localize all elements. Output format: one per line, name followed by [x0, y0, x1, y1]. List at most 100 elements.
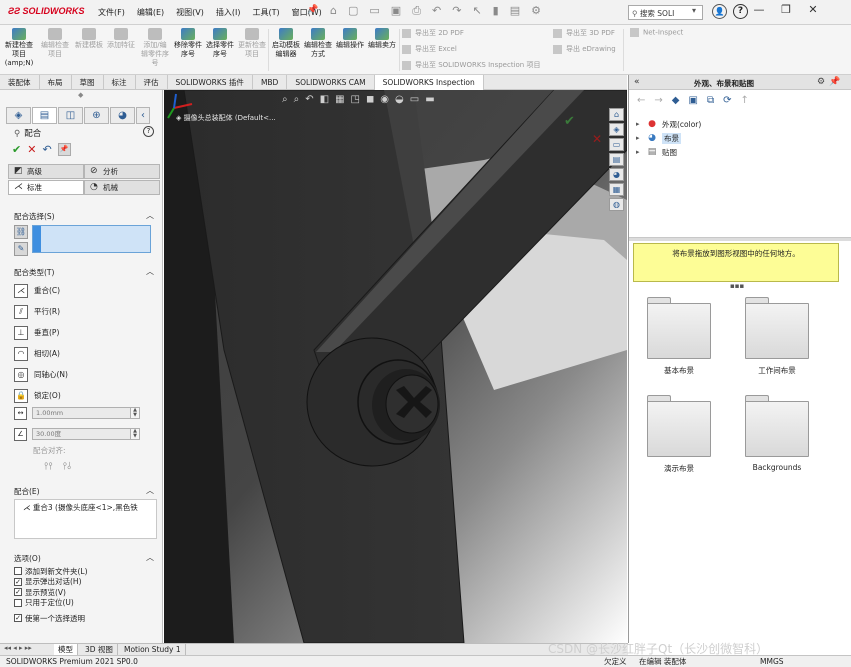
- export-edrawing-button[interactable]: 导出 eDrawing: [553, 44, 616, 54]
- multi-mate-icon[interactable]: ✎: [14, 242, 28, 256]
- expand-arrow-icon[interactable]: ▸: [636, 148, 646, 156]
- refresh-icon[interactable]: ⟳: [723, 95, 731, 106]
- options-gear-icon[interactable]: ⚙: [531, 4, 541, 18]
- add-folder-icon[interactable]: ▣: [688, 95, 697, 106]
- checkbox-checked[interactable]: ✓: [14, 588, 22, 597]
- edit-inspection-method-button[interactable]: 编辑检查方式: [303, 28, 333, 59]
- panel-help-icon[interactable]: ?: [143, 126, 154, 137]
- previous-view-icon[interactable]: ↶: [305, 94, 313, 105]
- graphics-area[interactable]: ⌕ ⌕ ↶ ◧ ▦ ◳ ◼ ◉ ◒ ▭ ▬ ◈ 摄像头总装配体 (Default…: [164, 90, 627, 643]
- tab-analysis[interactable]: ⊘ 分析: [84, 164, 160, 179]
- tree-item-appearances[interactable]: ▸ ● 外观(color): [635, 117, 701, 131]
- menu-tools[interactable]: 工具(T): [252, 7, 279, 18]
- menu-edit[interactable]: 编辑(E): [137, 7, 164, 18]
- folder-basic-scenes[interactable]: 基本布景: [639, 297, 719, 376]
- export-excel-button[interactable]: 导出至 Excel: [402, 44, 457, 54]
- ok-check-icon[interactable]: ✔: [12, 143, 21, 156]
- angle-spinner[interactable]: ∠ 30.00度 ▲ ▼: [14, 427, 151, 441]
- splitter-grip-icon[interactable]: ▪▪▪: [730, 282, 744, 290]
- zoom-fit-icon[interactable]: ⌕: [282, 94, 288, 105]
- print-icon[interactable]: ⎙: [412, 4, 421, 18]
- expand-arrow-icon[interactable]: ▸: [636, 120, 646, 128]
- dynamic-annotation-icon[interactable]: ▦: [335, 94, 344, 105]
- select-balloon-button[interactable]: 选择零件序号: [205, 28, 235, 59]
- tab-mbd[interactable]: MBD: [253, 75, 288, 90]
- mates-header[interactable]: 配合(E) ︿: [14, 486, 154, 497]
- view-orientation-icon[interactable]: ◳: [351, 94, 360, 105]
- tab-addins[interactable]: SOLIDWORKS 插件: [168, 75, 253, 90]
- copy-icon[interactable]: ⧉: [707, 95, 714, 106]
- redo-icon[interactable]: ↷: [452, 4, 461, 18]
- custom-properties-icon[interactable]: ▦: [609, 183, 624, 196]
- resources-home-icon[interactable]: ⌂: [609, 108, 624, 121]
- tab-layout[interactable]: 布局: [40, 75, 72, 90]
- mate-concentric[interactable]: ◎ 同轴心(N): [14, 364, 68, 385]
- pane-splitter[interactable]: [629, 237, 851, 241]
- edit-appearance-icon[interactable]: ◒: [395, 94, 404, 105]
- forum-globe-icon[interactable]: ◍: [609, 198, 624, 211]
- collapse-chevron-icon[interactable]: ︿: [146, 552, 154, 563]
- export-3d-pdf-button[interactable]: 导出至 3D PDF: [553, 28, 615, 38]
- tab-assembly[interactable]: 装配体: [0, 75, 40, 90]
- tab-markup[interactable]: 标注: [104, 75, 136, 90]
- select-arrow-icon[interactable]: ↖: [472, 4, 481, 18]
- add-to-library-icon[interactable]: ◆: [672, 95, 680, 106]
- file-properties-icon[interactable]: ▤: [510, 4, 520, 18]
- design-library-icon[interactable]: ◈: [609, 123, 624, 136]
- distance-spinner[interactable]: ↔ 1.00mm ▲ ▼: [14, 406, 151, 420]
- folder-presentation-scenes[interactable]: 演示布景: [639, 395, 719, 474]
- display-manager-tab[interactable]: ◕: [110, 107, 135, 124]
- close-icon[interactable]: ✕: [806, 3, 820, 16]
- tree-item-scenes[interactable]: ▸ ◕ 布景: [635, 131, 701, 145]
- checkbox-checked[interactable]: ✓: [14, 614, 22, 623]
- rebuild-icon[interactable]: ▮: [493, 4, 499, 18]
- spin-arrows-icon[interactable]: ▲ ▼: [130, 408, 139, 418]
- option-positioning-only[interactable]: 只用于定位(U): [14, 598, 88, 609]
- pane-pin-icon[interactable]: 📌: [829, 77, 840, 87]
- up-level-icon[interactable]: ↑: [740, 95, 748, 106]
- mate-perpendicular[interactable]: ⊥ 垂直(P): [14, 322, 68, 343]
- template-editor-button[interactable]: 启动模板编辑器: [271, 28, 301, 59]
- configuration-manager-tab[interactable]: ◫: [58, 107, 83, 124]
- property-manager-tab[interactable]: ▤: [32, 107, 57, 124]
- feature-manager-tab[interactable]: ◈: [6, 107, 31, 124]
- apply-scene-icon[interactable]: ▭: [410, 94, 419, 105]
- menu-file[interactable]: 文件(F): [98, 7, 125, 18]
- folder-studio-scenes[interactable]: 工作间布景: [737, 297, 817, 376]
- confirm-check-icon[interactable]: ✔: [564, 114, 575, 129]
- collapse-chevron-icon[interactable]: ︿: [146, 210, 154, 221]
- new-document-icon[interactable]: ▢: [348, 4, 358, 18]
- collapse-chevron-icon[interactable]: ︿: [146, 266, 154, 277]
- aligned-icon[interactable]: ⫯⫯: [44, 461, 53, 472]
- menu-view[interactable]: 视图(V): [176, 7, 204, 18]
- tab-advanced[interactable]: ◩ 高级: [8, 164, 84, 179]
- mate-parallel[interactable]: ⫽ 平行(R): [14, 301, 68, 322]
- tab-sketch[interactable]: 草图: [72, 75, 104, 90]
- mate-selection-list[interactable]: [32, 225, 151, 253]
- back-arrow-icon[interactable]: ←: [637, 95, 645, 106]
- export-2d-pdf-button[interactable]: 导出至 2D PDF: [402, 28, 464, 38]
- undo-icon[interactable]: ↶: [432, 4, 441, 18]
- checkbox-checked[interactable]: ✓: [14, 577, 22, 586]
- search-dropdown-icon[interactable]: ▾: [692, 6, 696, 15]
- mate-coincident[interactable]: ⋌ 重合(C): [14, 280, 68, 301]
- edit-operation-button[interactable]: 编辑操作: [335, 28, 365, 50]
- zoom-area-icon[interactable]: ⌕: [294, 94, 300, 105]
- tab-nav-arrows-icon[interactable]: ◂◂ ◂ ▸ ▸▸: [4, 644, 32, 652]
- file-explorer-icon[interactable]: ▭: [609, 138, 624, 151]
- menu-pin-icon[interactable]: 📌: [307, 5, 318, 15]
- export-inspection-project-button[interactable]: 导出至 SOLIDWORKS Inspection 项目: [402, 60, 540, 70]
- option-add-to-folder[interactable]: 添加到新文件夹(L): [14, 566, 88, 577]
- mate-tangent[interactable]: ◠ 相切(A): [14, 343, 68, 364]
- mates-list[interactable]: ⋌ 重合3 (摄像头底座<1>,黑色铁: [14, 499, 157, 539]
- mate-types-header[interactable]: 配合类型(T) ︿: [14, 267, 154, 278]
- spin-arrows-icon[interactable]: ▲ ▼: [130, 429, 139, 439]
- mate-entry[interactable]: ⋌ 重合3 (摄像头底座<1>,黑色铁: [23, 502, 156, 513]
- panel-grip-icon[interactable]: ◆: [78, 91, 83, 99]
- new-template-button[interactable]: 新建模板: [74, 28, 104, 50]
- tab-cam[interactable]: SOLIDWORKS CAM: [287, 75, 375, 90]
- checkbox[interactable]: [14, 567, 22, 576]
- confirm-cancel-icon[interactable]: ✕: [592, 132, 602, 146]
- tab-standard[interactable]: ⋌ 标准: [8, 180, 84, 195]
- section-view-icon[interactable]: ◧: [320, 94, 329, 105]
